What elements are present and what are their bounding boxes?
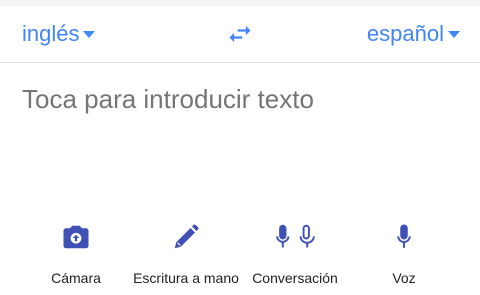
conversation-button[interactable]: Conversación — [235, 218, 355, 295]
conversation-label: Conversación — [252, 270, 338, 286]
input-tools: Cámara Escritura a mano Conversación Voz — [0, 218, 480, 295]
mic-icon — [389, 220, 419, 254]
input-placeholder: Toca para introducir texto — [22, 84, 314, 114]
swap-languages-button[interactable] — [226, 20, 254, 48]
camera-icon — [61, 220, 91, 254]
voice-label: Voz — [392, 270, 416, 286]
swap-arrows-icon — [229, 25, 251, 43]
camera-label: Cámara — [51, 270, 101, 286]
target-language-selector[interactable]: español — [367, 6, 460, 62]
pen-icon — [171, 220, 201, 254]
camera-button[interactable]: Cámara — [16, 218, 136, 295]
handwriting-button[interactable]: Escritura a mano — [126, 218, 246, 295]
language-bar: inglés español — [0, 6, 480, 63]
target-language-label: español — [366, 21, 444, 46]
dual-mic-icon — [273, 220, 317, 254]
caret-down-icon — [83, 30, 96, 38]
source-language-label: inglés — [22, 21, 80, 46]
text-input-area[interactable]: Toca para introducir texto — [22, 84, 462, 115]
handwriting-label: Escritura a mano — [133, 270, 239, 286]
translate-screen: inglés español Toca para introducir text… — [0, 0, 480, 295]
source-language-selector[interactable]: inglés — [22, 6, 96, 62]
voice-button[interactable]: Voz — [344, 218, 464, 295]
caret-down-icon — [448, 30, 460, 38]
